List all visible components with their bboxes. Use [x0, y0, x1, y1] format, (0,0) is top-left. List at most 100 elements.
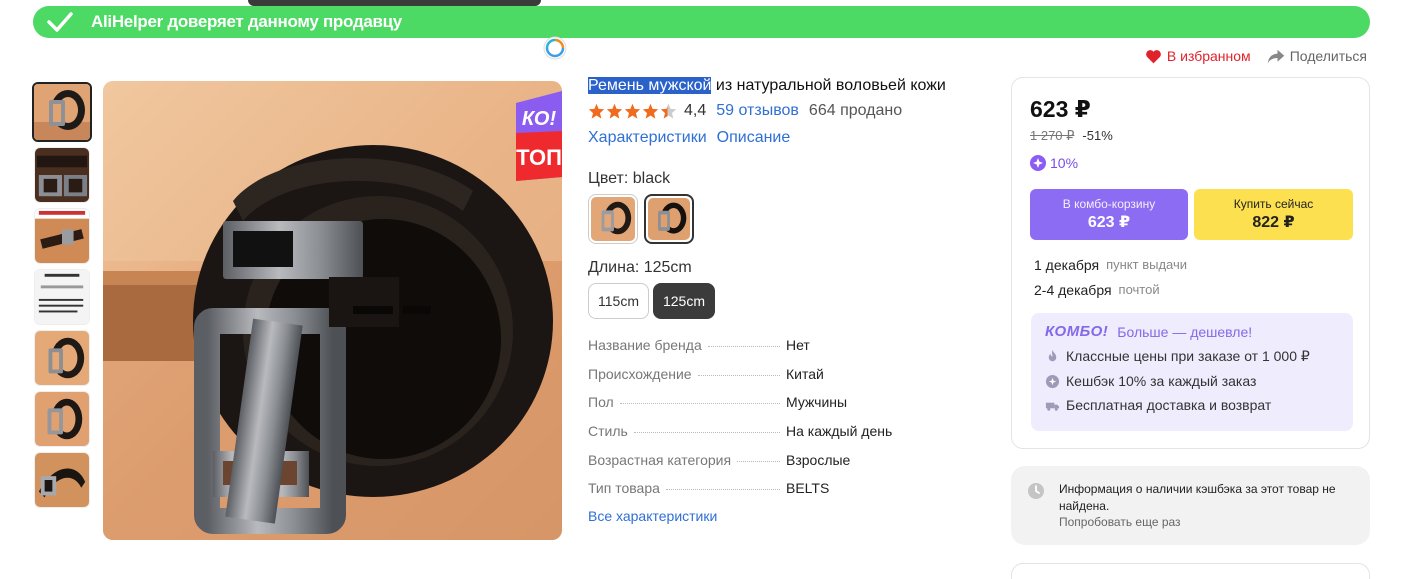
spec-value: Мужчины	[786, 394, 848, 411]
truck-icon	[1045, 402, 1060, 411]
color-label: Цвет: black	[588, 170, 671, 187]
product-title: Ремень мужской из натуральной воловьей к…	[588, 77, 946, 95]
star-icon	[606, 103, 623, 119]
spec-key: Стиль	[588, 423, 628, 440]
spec-value: BELTS	[786, 480, 830, 497]
spec-value: Взрослые	[786, 451, 851, 468]
trust-banner: AliHelper доверяет данному продавцу	[33, 6, 1370, 38]
thumbnail-list	[32, 82, 94, 513]
size-options: 115cm 125cm	[588, 283, 716, 319]
star-icon	[642, 103, 659, 119]
delivery-option: 1 декабря пункт выдачи	[1034, 257, 1187, 273]
clock-icon	[1028, 483, 1044, 499]
combo-benefit-text: Бесплатная доставка и возврат	[1066, 397, 1272, 413]
star-icon	[624, 103, 641, 119]
combo-header: КОМБО! Больше — дешевле!	[1045, 323, 1339, 340]
spec-value: На каждый день	[786, 423, 893, 440]
old-price: 1 270 ₽	[1030, 128, 1075, 143]
trust-banner-text: AliHelper доверяет данному продавцу	[91, 12, 402, 31]
svg-text:КО!: КО!	[522, 108, 557, 130]
product-title-highlight: Ремень мужской	[588, 77, 712, 94]
spec-row: Возрастная категория Взрослые	[588, 452, 918, 481]
ko-top-badge: КО! ТОП	[516, 91, 562, 181]
spec-row: Тип товара BELTS	[588, 480, 918, 509]
thumbnail[interactable]	[34, 269, 90, 325]
share-label: Поделиться	[1289, 48, 1367, 64]
combo-benefit: Бесплатная доставка и возврат	[1045, 397, 1339, 413]
combo-tagline: Больше — дешевле!	[1117, 323, 1253, 340]
sync-icon[interactable]	[542, 35, 568, 61]
points-icon	[1030, 155, 1046, 171]
combo-promo[interactable]: КОМБО! Больше — дешевле! Классные цены п…	[1031, 313, 1353, 431]
combo-button-price: 623 ₽	[1087, 214, 1131, 231]
favorite-button[interactable]: В избранном	[1145, 48, 1251, 64]
cashback-icon	[1045, 374, 1060, 388]
combo-benefit: Классные цены при заказе от 1 000 ₽	[1045, 348, 1339, 365]
rating-row: 4,4 59 отзывов 664 продано	[588, 102, 902, 120]
cashback-info: Информация о наличии кэшбэка за этот тов…	[1011, 466, 1370, 545]
discount-percent: -51%	[1082, 128, 1113, 143]
share-button[interactable]: Поделиться	[1267, 48, 1367, 64]
buy-now-button[interactable]: Купить сейчас 822 ₽	[1194, 189, 1353, 240]
delivery-date: 1 декабря	[1034, 257, 1100, 273]
thumbnail[interactable]	[34, 147, 90, 203]
color-swatch[interactable]	[588, 194, 638, 244]
buy-button-label: Купить сейчас	[1233, 197, 1314, 211]
star-half-icon	[660, 103, 677, 119]
retry-link[interactable]: Попробовать еще раз	[1059, 515, 1354, 529]
product-title-rest: из натуральной воловьей кожи	[711, 77, 946, 94]
spec-row: Происхождение Китай	[588, 366, 918, 395]
buy-button-price: 822 ₽	[1252, 214, 1295, 231]
thumbnail[interactable]	[32, 82, 92, 142]
description-link[interactable]: Описание	[717, 129, 791, 147]
buy-box: 623 ₽ 1 270 ₽ -51% 10% В комбо-корзину 6…	[1011, 77, 1370, 449]
points-badge: 10%	[1030, 155, 1078, 171]
current-price: 623 ₽	[1030, 96, 1091, 122]
color-swatches	[588, 194, 694, 244]
rating-stars	[588, 103, 677, 119]
old-price-row: 1 270 ₽ -51%	[1030, 128, 1113, 144]
sold-count: 664 продано	[808, 102, 903, 119]
length-label: Длина: 125cm	[588, 259, 692, 276]
reviews-link[interactable]: 59 отзывов	[716, 102, 799, 120]
thumbnail[interactable]	[34, 330, 90, 386]
spec-key: Название бренда	[588, 337, 702, 353]
spec-key: Происхождение	[588, 365, 692, 382]
favorite-label: В избранном	[1166, 48, 1251, 64]
add-to-combo-button[interactable]: В комбо-корзину 623 ₽	[1030, 189, 1188, 240]
fire-icon	[1048, 349, 1057, 362]
cashback-text: Информация о наличии кэшбэка за этот тов…	[1059, 482, 1336, 513]
thumbnail[interactable]	[34, 452, 90, 508]
delivery-option: 2-4 декабря почтой	[1034, 282, 1160, 298]
spec-row: Название бренда Нет	[588, 337, 918, 366]
delivery-method: почтой	[1118, 282, 1160, 297]
spec-value: Нет	[786, 337, 810, 353]
star-icon	[588, 103, 605, 119]
combo-button-label: В комбо-корзину	[1062, 197, 1156, 211]
spec-value: Китай	[786, 365, 824, 382]
spec-list: Название бренда Нет Происхождение Китай По…	[588, 337, 918, 509]
product-actions: В избранном Поделиться	[1145, 48, 1367, 64]
spec-row: Стиль На каждый день	[588, 423, 918, 452]
thumbnail[interactable]	[34, 208, 90, 264]
rating-value: 4,4	[684, 102, 707, 119]
combo-benefit-text: Кешбэк 10% за каждый заказ	[1066, 373, 1257, 389]
points-value: 10%	[1050, 155, 1079, 171]
svg-text:ТОП: ТОП	[516, 145, 562, 170]
spec-key: Пол	[588, 394, 614, 411]
combo-benefit: Кешбэк 10% за каждый заказ	[1045, 373, 1339, 389]
thumbnail[interactable]	[34, 391, 90, 447]
characteristics-link[interactable]: Характеристики	[588, 129, 707, 147]
all-specs-link[interactable]: Все характеристики	[588, 508, 717, 524]
color-swatch-selected[interactable]	[644, 194, 694, 244]
delivery-date: 2-4 декабря	[1034, 282, 1112, 298]
product-main-image[interactable]: КО! ТОП	[103, 81, 562, 540]
combo-brand: КОМБО!	[1045, 323, 1109, 340]
spec-key: Возрастная категория	[588, 451, 732, 468]
size-option-selected[interactable]: 125cm	[652, 283, 716, 319]
combo-benefit-text: Классные цены при заказе от 1 000 ₽	[1066, 348, 1310, 364]
heart-icon	[1146, 49, 1161, 63]
spec-key: Тип товара	[588, 480, 660, 497]
size-option[interactable]: 115cm	[588, 283, 649, 319]
share-icon	[1267, 49, 1284, 63]
